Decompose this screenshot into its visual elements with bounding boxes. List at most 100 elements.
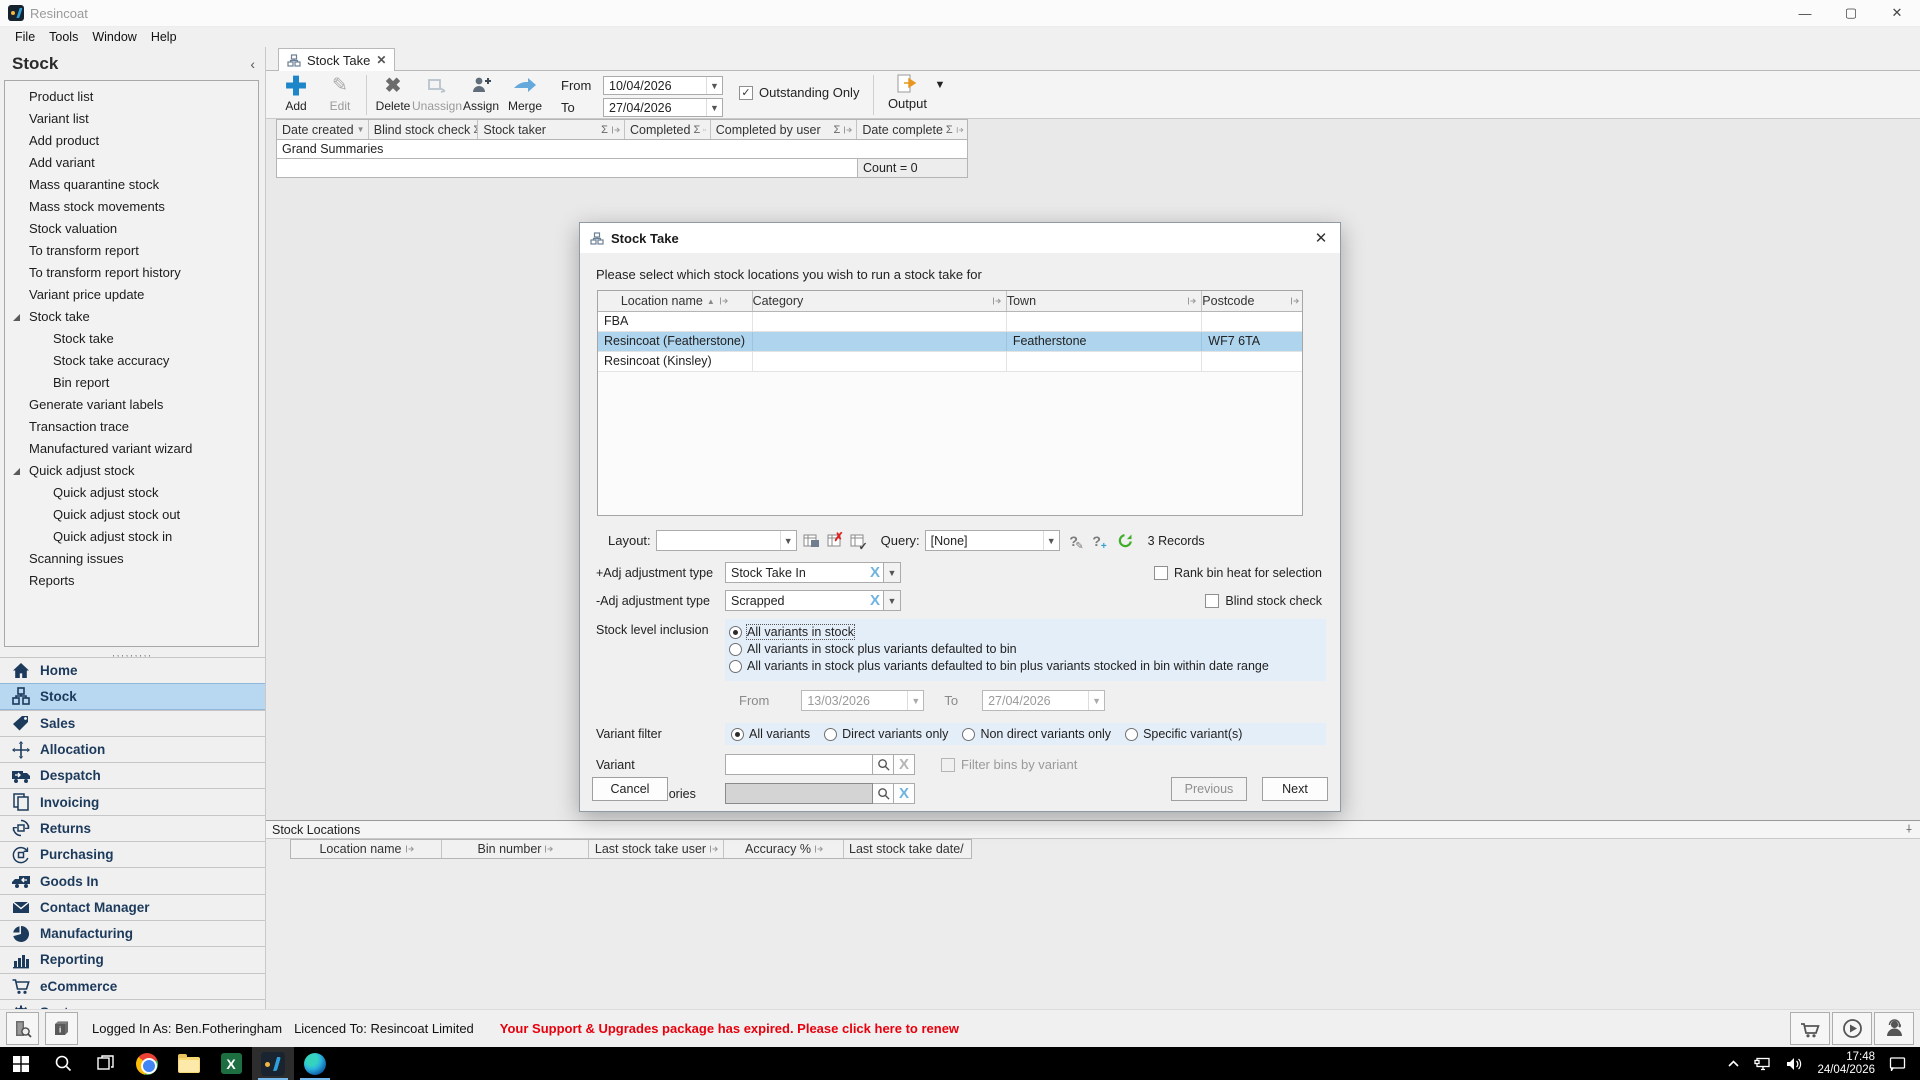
support-expired-warning[interactable]: Your Support & Upgrades package has expi… — [500, 1021, 959, 1036]
radio-variants-in-bin-date-range[interactable]: All variants in stock plus variants defa… — [729, 659, 1320, 673]
column-blind-stock-check[interactable]: Blind stock checkΣ — [369, 120, 479, 139]
column-stock-taker[interactable]: Stock taker Σ — [478, 120, 625, 139]
radio-icon[interactable] — [824, 727, 838, 741]
volume-icon[interactable] — [1786, 1057, 1803, 1071]
dropdown-arrow-icon[interactable]: ▼ — [1042, 531, 1059, 550]
to-date-field[interactable]: 27/04/2026 ▼ — [603, 98, 723, 117]
radio-icon[interactable] — [729, 659, 742, 673]
rank-bin-heat-checkbox[interactable] — [1153, 565, 1168, 580]
sigma-icon[interactable]: Σ — [693, 124, 700, 136]
column-date-complete[interactable]: Date complete Σ — [857, 120, 967, 139]
sidebar-item-variant-list[interactable]: Variant list — [5, 108, 258, 130]
notification-center-icon[interactable] — [1889, 1056, 1906, 1071]
output-dropdown-icon[interactable]: ▼ — [934, 79, 945, 91]
dropdown-arrow-icon[interactable]: ▼ — [884, 590, 901, 611]
column-last-stock-take-user[interactable]: Last stock take user — [589, 840, 724, 858]
basket-button[interactable] — [1790, 1012, 1830, 1045]
pin-icon[interactable] — [544, 844, 554, 854]
radio-specific-variants[interactable]: Specific variant(s) — [1125, 727, 1242, 741]
assign-button[interactable]: Assign — [459, 71, 503, 113]
sidebar-item-stock-take-group[interactable]: Stock take — [5, 306, 258, 328]
unassign-button[interactable]: Unassign — [412, 71, 462, 113]
radio-all-variants-in-stock[interactable]: All variants in stock — [729, 624, 1320, 640]
variant-input[interactable] — [725, 754, 873, 775]
sidebar-item-bin-report[interactable]: Bin report — [5, 372, 258, 394]
sidebar-item-mass-quarantine-stock[interactable]: Mass quarantine stock — [5, 174, 258, 196]
column-bin-number[interactable]: Bin number — [442, 840, 589, 858]
dropdown-arrow-icon[interactable]: ▼ — [884, 562, 901, 583]
column-category[interactable]: Category — [753, 291, 1007, 311]
sidebar-item-product-list[interactable]: Product list — [5, 86, 258, 108]
sidebar-item-reports[interactable]: Reports — [5, 570, 258, 592]
sidebar-item-stock-take[interactable]: Stock take — [5, 328, 258, 350]
from-date-field[interactable]: 10/04/2026 ▼ — [603, 76, 723, 95]
radio-icon[interactable] — [731, 727, 744, 741]
sidebar-item-stock-take-accuracy[interactable]: Stock take accuracy — [5, 350, 258, 372]
sidebar-item-quick-adjust-stock-in[interactable]: Quick adjust stock in — [5, 526, 258, 548]
module-manufacturing[interactable]: Manufacturing — [0, 919, 265, 947]
column-postcode[interactable]: Postcode — [1202, 291, 1302, 311]
adj-minus-combo[interactable]: Scrapped X — [725, 590, 884, 611]
module-home[interactable]: Home — [0, 657, 265, 684]
menu-help[interactable]: Help — [144, 30, 184, 44]
expand-triangle-icon[interactable] — [13, 468, 20, 475]
chrome-icon[interactable] — [126, 1047, 168, 1080]
sidebar-collapse-icon[interactable]: ‹ — [250, 56, 255, 72]
module-invoicing[interactable]: Invoicing — [0, 788, 265, 815]
column-accuracy[interactable]: Accuracy % — [724, 840, 844, 858]
file-explorer-icon[interactable] — [168, 1047, 210, 1080]
sigma-icon[interactable]: Σ — [834, 124, 841, 136]
previous-button[interactable]: Previous — [1171, 777, 1247, 801]
maximize-button[interactable]: ▢ — [1828, 0, 1874, 26]
sidebar-item-stock-valuation[interactable]: Stock valuation — [5, 218, 258, 240]
clear-x-icon[interactable]: X — [867, 564, 883, 581]
pin-icon[interactable] — [703, 125, 707, 135]
pin-icon[interactable] — [1187, 296, 1197, 306]
pin-icon[interactable] — [1290, 296, 1300, 306]
resincoat-taskbar-icon[interactable] — [252, 1047, 294, 1080]
dropdown-arrow-icon[interactable]: ▼ — [706, 77, 722, 94]
network-icon[interactable] — [1754, 1057, 1772, 1071]
module-stock[interactable]: Stock — [0, 683, 265, 710]
support-agent-button[interactable] — [1874, 1012, 1914, 1045]
taskbar-clock[interactable]: 17:48 24/04/2026 — [1817, 1051, 1875, 1077]
next-button[interactable]: Next — [1262, 777, 1328, 801]
add-button[interactable]: ✚ Add — [274, 71, 318, 113]
sidebar-item-generate-variant-labels[interactable]: Generate variant labels — [5, 394, 258, 416]
radio-direct-variants-only[interactable]: Direct variants only — [824, 727, 948, 741]
sigma-icon[interactable]: Σ — [946, 124, 953, 136]
search-icon[interactable] — [873, 754, 894, 775]
dropdown-arrow-icon[interactable]: ▼ — [706, 99, 722, 116]
radio-icon[interactable] — [962, 727, 976, 741]
adj-plus-combo[interactable]: Stock Take In X — [725, 562, 884, 583]
sidebar-item-add-product[interactable]: Add product — [5, 130, 258, 152]
refresh-icon[interactable] — [1117, 532, 1135, 550]
excel-icon[interactable]: X — [210, 1047, 252, 1080]
info-box-button[interactable]: i — [45, 1012, 78, 1045]
tab-close-icon[interactable]: ✕ — [376, 53, 386, 67]
location-row-featherstone[interactable]: Resincoat (Featherstone) Featherstone WF… — [598, 332, 1302, 352]
play-button[interactable] — [1832, 1012, 1872, 1045]
outstanding-only-checkbox[interactable]: ✓ — [739, 85, 753, 100]
sidebar-item-quick-adjust-stock[interactable]: Quick adjust stock — [5, 482, 258, 504]
module-goods-in[interactable]: Goods In — [0, 867, 265, 894]
pin-icon[interactable] — [709, 844, 719, 854]
filter-bins-checkbox[interactable] — [941, 757, 955, 772]
query-combo[interactable]: [None] ▼ — [924, 530, 1060, 551]
radio-non-direct-variants-only[interactable]: Non direct variants only — [962, 727, 1111, 741]
module-despatch[interactable]: Despatch — [0, 762, 265, 789]
clear-x-icon[interactable]: X — [867, 592, 883, 609]
tray-chevron-icon[interactable] — [1727, 1059, 1740, 1068]
radio-icon[interactable] — [729, 625, 742, 639]
sidebar-item-to-transform-report[interactable]: To transform report — [5, 240, 258, 262]
start-button[interactable] — [0, 1047, 42, 1080]
location-row-fba[interactable]: FBA — [598, 312, 1302, 332]
save-layout-icon[interactable] — [802, 532, 820, 550]
edit-button[interactable]: ✎ Edit — [318, 71, 362, 113]
pin-icon[interactable] — [992, 296, 1002, 306]
taskbar-search-icon[interactable] — [42, 1047, 84, 1080]
module-sales[interactable]: Sales — [0, 709, 265, 736]
module-contact-manager[interactable]: Contact Manager — [0, 893, 265, 920]
location-row-kinsley[interactable]: Resincoat (Kinsley) — [598, 352, 1302, 372]
clear-variant-icon[interactable]: X — [894, 754, 915, 775]
